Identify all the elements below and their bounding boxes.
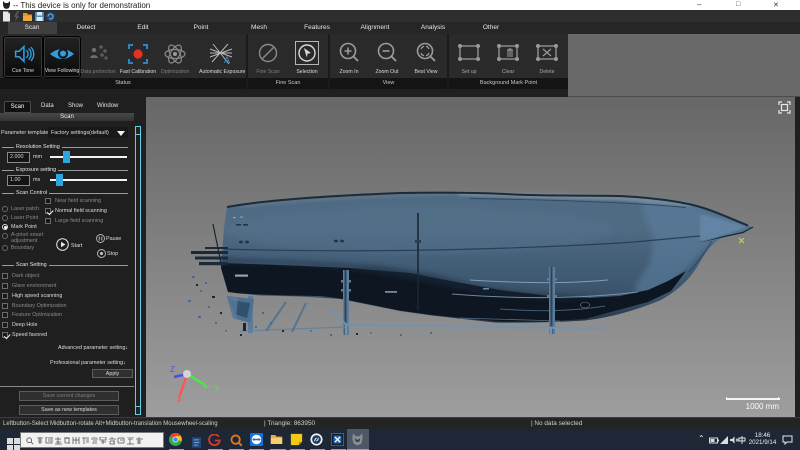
svg-text:Z: Z [170, 365, 175, 374]
svg-text:A: A [224, 55, 230, 65]
svg-text:Y: Y [214, 384, 220, 393]
